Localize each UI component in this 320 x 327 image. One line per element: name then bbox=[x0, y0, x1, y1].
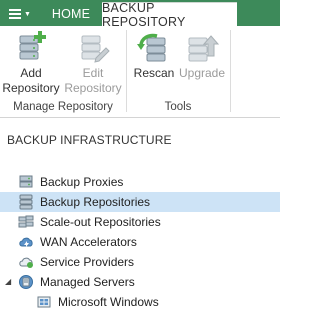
group-label-tools: Tools bbox=[164, 101, 192, 113]
upgrade-label: Upgrade bbox=[178, 66, 226, 80]
tree-item-label: Managed Servers bbox=[40, 275, 135, 289]
ribbon-separator bbox=[126, 30, 127, 112]
expand-caret-icon[interactable]: ◢ bbox=[5, 277, 11, 286]
section-title: BACKUP INFRASTRUCTURE bbox=[7, 133, 172, 147]
main-menu-button[interactable]: ▼ bbox=[2, 3, 38, 25]
rescan-label: Rescan bbox=[133, 66, 175, 80]
tree-item-label: Microsoft Windows bbox=[58, 295, 159, 309]
rescan-button[interactable]: Rescan bbox=[131, 30, 177, 81]
scale-out-repository-icon bbox=[18, 214, 34, 230]
add-repository-button[interactable]: Add Repository bbox=[2, 30, 60, 96]
backup-proxy-icon bbox=[18, 174, 34, 190]
backup-repository-icon bbox=[18, 194, 34, 210]
tree-item-label: Backup Repositories bbox=[40, 195, 151, 209]
tab-home[interactable]: HOME bbox=[40, 2, 102, 26]
ribbon-panel: Add Repository Edit Repository Rescan Up… bbox=[0, 26, 280, 118]
tree-item-backup-proxies[interactable]: Backup Proxies bbox=[0, 172, 280, 192]
service-provider-icon bbox=[18, 254, 34, 270]
add-repository-icon bbox=[14, 30, 48, 64]
managed-servers-icon bbox=[18, 274, 34, 290]
edit-repository-label: Edit Repository bbox=[64, 66, 122, 95]
add-repository-label: Add Repository bbox=[2, 66, 60, 95]
tree-item-scale-out-repositories[interactable]: Scale-out Repositories bbox=[0, 212, 280, 232]
tree-item-label: Backup Proxies bbox=[40, 175, 124, 189]
group-label-manage-repository: Manage Repository bbox=[13, 101, 113, 113]
tree-item-backup-repositories[interactable]: Backup Repositories bbox=[0, 192, 280, 212]
ribbon-separator bbox=[230, 30, 231, 112]
tab-backup-repository[interactable]: BACKUP REPOSITORY bbox=[102, 1, 237, 29]
wan-accelerator-icon bbox=[18, 234, 34, 250]
edit-repository-icon bbox=[76, 30, 110, 64]
tree-item-wan-accelerators[interactable]: WAN Accelerators bbox=[0, 232, 280, 252]
tree-item-microsoft-windows[interactable]: Microsoft Windows bbox=[0, 292, 280, 312]
rescan-icon bbox=[137, 30, 171, 64]
upgrade-button[interactable]: Upgrade bbox=[177, 30, 227, 81]
edit-repository-button[interactable]: Edit Repository bbox=[64, 30, 122, 96]
microsoft-windows-icon bbox=[36, 294, 52, 310]
hamburger-icon bbox=[9, 9, 22, 19]
tree-item-label: Service Providers bbox=[40, 255, 135, 269]
tree-item-label: Scale-out Repositories bbox=[40, 215, 161, 229]
ribbon-tab-bar: ▼ HOME BACKUP REPOSITORY bbox=[0, 0, 280, 29]
tree-item-managed-servers[interactable]: ◢ Managed Servers bbox=[0, 272, 280, 292]
tree-item-label: WAN Accelerators bbox=[40, 235, 137, 249]
tree-item-service-providers[interactable]: Service Providers bbox=[0, 252, 280, 272]
caret-down-icon: ▼ bbox=[24, 10, 31, 18]
upgrade-icon bbox=[185, 30, 219, 64]
